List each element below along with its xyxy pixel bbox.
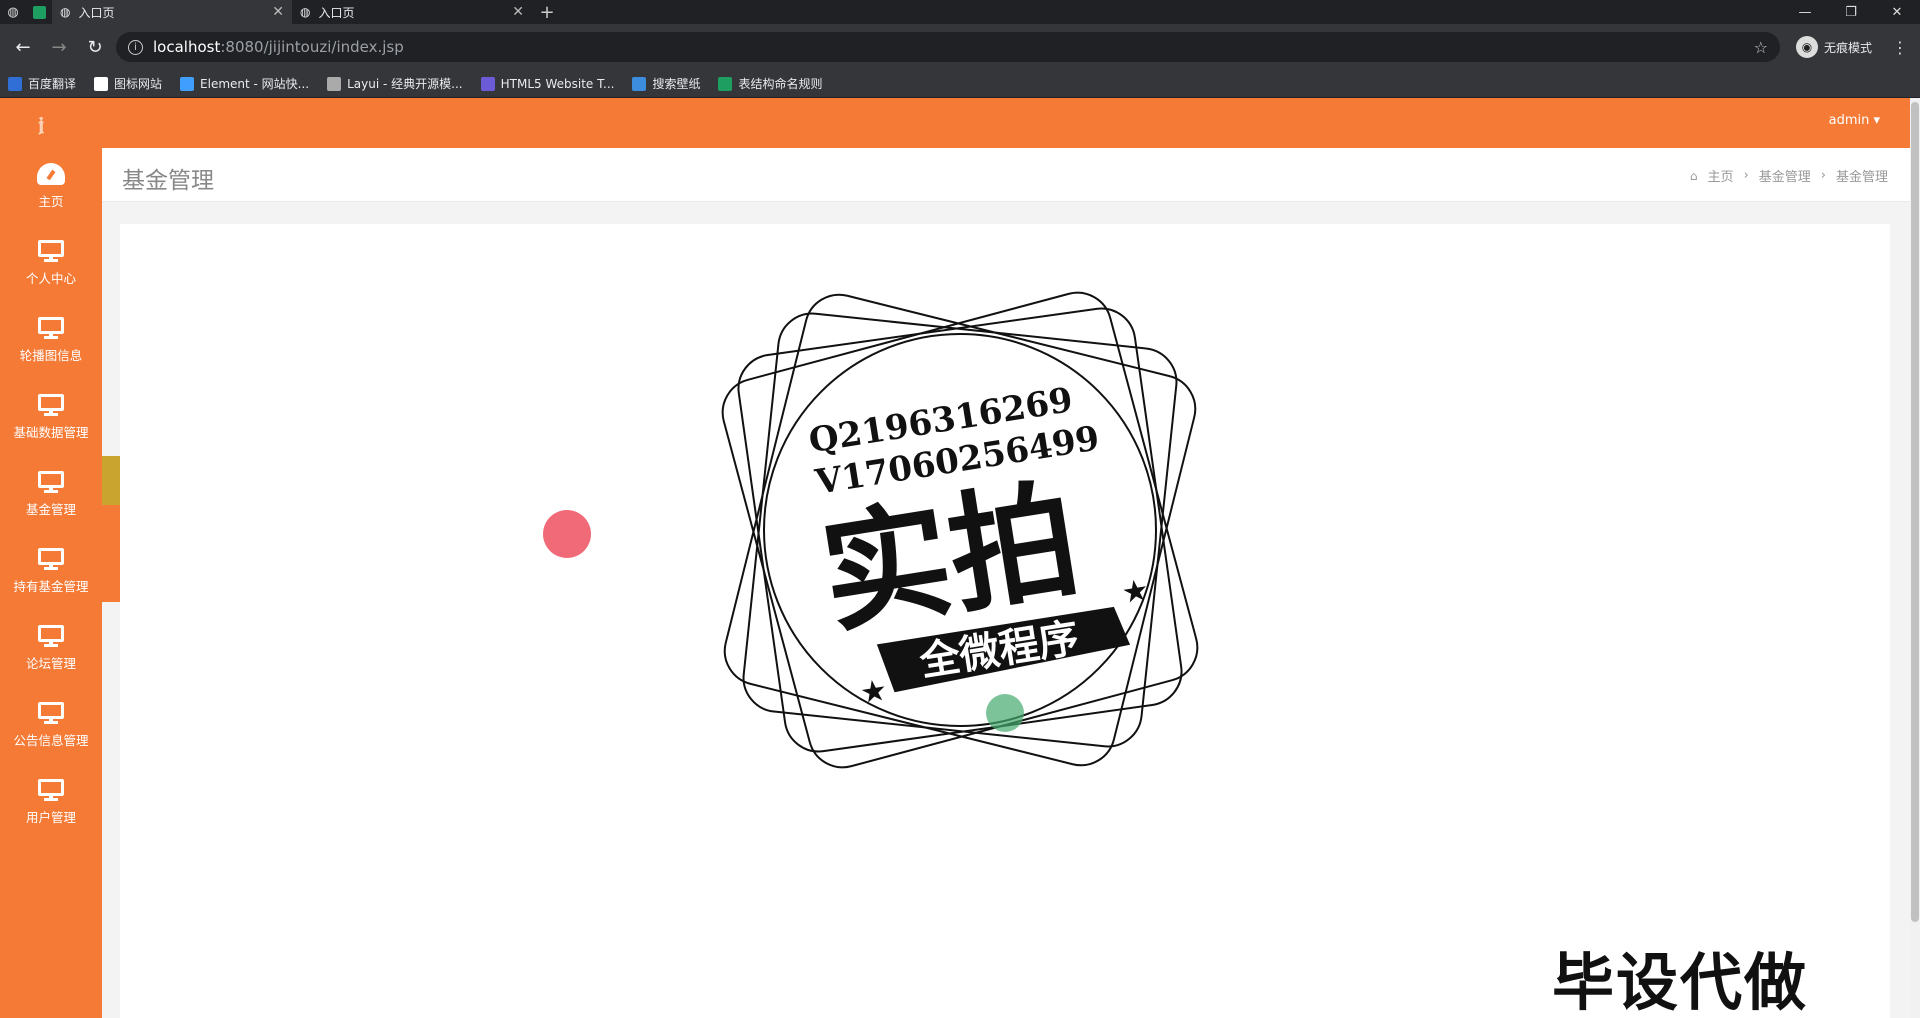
sidebar-item[interactable]: 持有基金管理 <box>0 533 102 610</box>
breadcrumb-home[interactable]: 主页 <box>1708 166 1734 185</box>
browser-menu-icon[interactable]: ⋮ <box>1888 38 1912 57</box>
forward-arrow-icon[interactable]: → <box>44 32 74 62</box>
bookmark-item[interactable]: Element - 网站快... <box>180 75 309 92</box>
monitor-icon <box>38 471 64 493</box>
top-navbar: 𝖏 admin ▾ <box>0 98 1910 148</box>
browser-tab-2[interactable]: ◍ 入口页 ✕ <box>292 0 532 24</box>
content-header: 基金管理 ⌂ 主页 › 基金管理 › 基金管理 <box>102 148 1910 202</box>
bookmark-label: Element - 网站快... <box>200 77 310 91</box>
bookmark-icon <box>632 76 647 91</box>
info-icon[interactable]: i <box>128 39 143 55</box>
minimize-icon[interactable]: — <box>1782 5 1828 20</box>
logo-icon[interactable]: 𝖏 <box>38 112 44 136</box>
sidebar-item-label: 基金管理 <box>25 502 76 517</box>
new-tab-button[interactable]: + <box>532 2 562 23</box>
star-icon[interactable]: ☆ <box>1754 38 1768 57</box>
bookmark-label: 图标网站 <box>114 77 163 91</box>
tab-title: 入口页 <box>78 5 115 20</box>
bookmark-item[interactable]: Layui - 经典开源模... <box>327 75 463 92</box>
admin-menu[interactable]: admin ▾ <box>1829 113 1880 128</box>
monitor-icon <box>38 394 64 416</box>
url-host: localhost <box>153 38 221 56</box>
sidebar-item-label: 持有基金管理 <box>13 579 89 594</box>
scrollbar-thumb[interactable] <box>1911 102 1919 922</box>
sidebar-item[interactable]: 主页 <box>0 148 102 225</box>
watermark-text: 毕设代做 <box>1552 946 1809 1018</box>
sidebar-item-label: 基础数据管理 <box>13 425 89 440</box>
home-icon: ⌂ <box>1689 168 1698 183</box>
chevron-right-icon: › <box>1743 168 1749 183</box>
chevron-right-icon: › <box>1820 168 1826 183</box>
sidebar-item-label: 个人中心 <box>25 271 76 286</box>
bookmark-icon <box>327 76 342 91</box>
bookmark-icon <box>8 76 22 91</box>
close-icon[interactable]: ✕ <box>512 4 524 20</box>
incognito-icon: ◉ <box>1795 36 1818 58</box>
bookmark-label: 搜索壁纸 <box>652 77 701 91</box>
tab-title: 入口页 <box>318 5 355 20</box>
cursor-highlight <box>543 510 591 558</box>
incognito-indicator[interactable]: ◉ 无痕模式 <box>1786 36 1882 58</box>
dashboard-icon <box>37 163 65 185</box>
back-arrow-icon[interactable]: ← <box>8 32 38 62</box>
bookmark-item[interactable]: 百度翻译 <box>8 75 76 92</box>
bookmark-label: 百度翻译 <box>28 77 77 91</box>
sidebar-item-label: 论坛管理 <box>25 656 76 671</box>
window-controls: — ❐ ✕ <box>1782 5 1920 20</box>
incognito-label: 无痕模式 <box>1823 40 1872 55</box>
app-root: 𝖏 admin ▾ 主页 个人中心 轮播图信息 基础数据管理 基金管理 持有基金管理 论坛管… <box>0 98 1920 1018</box>
sidebar-item[interactable]: 基金管理 <box>0 456 102 533</box>
sidebar-item[interactable]: 轮播图信息 <box>0 302 102 379</box>
monitor-icon <box>38 625 64 647</box>
sidebar-item-label: 主页 <box>38 194 64 209</box>
sidebar-item-label: 用户管理 <box>25 810 76 825</box>
restore-icon[interactable]: ❐ <box>1828 5 1874 20</box>
reload-icon[interactable]: ↻ <box>80 32 110 62</box>
url-path: :8080/jijintouzi/index.jsp <box>220 38 404 56</box>
sidebar-item[interactable]: 基础数据管理 <box>0 379 102 456</box>
browser-tab-1[interactable]: ◍ 入口页 ✕ <box>52 0 292 24</box>
sidebar-item-label: 公告信息管理 <box>13 733 89 748</box>
bookmark-icon <box>480 76 495 91</box>
sidebar-item[interactable]: 公告信息管理 <box>0 687 102 764</box>
sheet-tab-icon[interactable] <box>26 0 52 24</box>
breadcrumb-current: 基金管理 <box>1835 170 1888 185</box>
bookmark-label: Layui - 经典开源模... <box>347 77 463 91</box>
click-indicator <box>986 694 1024 732</box>
sidebar-item-label: 轮播图信息 <box>19 348 83 363</box>
sidebar-item[interactable]: 个人中心 <box>0 225 102 302</box>
content-panel <box>120 224 1890 1018</box>
browser-tab-bar: ◍ ◍ 入口页 ✕ ◍ 入口页 ✕ + — ❐ ✕ <box>0 0 1920 24</box>
bookmark-icon <box>718 76 733 91</box>
bookmark-item[interactable]: 搜索壁纸 <box>632 75 700 92</box>
monitor-icon <box>38 317 64 339</box>
breadcrumb-item[interactable]: 基金管理 <box>1759 166 1811 185</box>
address-bar: ← → ↻ i localhost:8080/jijintouzi/index.… <box>0 24 1920 70</box>
globe-icon[interactable]: ◍ <box>0 0 26 24</box>
sidebar-item[interactable]: 论坛管理 <box>0 610 102 687</box>
close-window-icon[interactable]: ✕ <box>1874 5 1920 20</box>
globe-icon: ◍ <box>300 5 311 19</box>
monitor-icon <box>38 548 64 570</box>
monitor-icon <box>38 702 64 724</box>
monitor-icon <box>38 240 64 262</box>
bookmark-label: 表结构命名规则 <box>738 77 823 91</box>
bookmark-item[interactable]: 表结构命名规则 <box>718 75 822 92</box>
sidebar: 主页个人中心轮播图信息基础数据管理 基金管理持有基金管理 论坛管理公告信息管理 用户管… <box>0 148 102 1018</box>
bookmark-item[interactable]: 图标网站 <box>94 75 162 92</box>
bookmark-item[interactable]: HTML5 Website T... <box>480 76 615 91</box>
page-scrollbar[interactable] <box>1910 98 1920 1018</box>
bookmark-label: HTML5 Website T... <box>500 76 615 91</box>
page-title: 基金管理 <box>122 168 214 194</box>
url-input[interactable]: i localhost:8080/jijintouzi/index.jsp ☆ <box>116 32 1780 62</box>
breadcrumb: ⌂ 主页 › 基金管理 › 基金管理 <box>1690 166 1888 185</box>
bookmarks-bar: 百度翻译 图标网站 Element - 网站快... Layui - 经典开源模...… <box>0 70 1920 98</box>
monitor-icon <box>38 779 64 801</box>
globe-icon: ◍ <box>60 5 71 19</box>
bookmark-icon <box>180 76 195 91</box>
sidebar-item[interactable]: 用户管理 <box>0 764 102 841</box>
bookmark-icon <box>94 76 109 91</box>
close-icon[interactable]: ✕ <box>272 4 284 20</box>
